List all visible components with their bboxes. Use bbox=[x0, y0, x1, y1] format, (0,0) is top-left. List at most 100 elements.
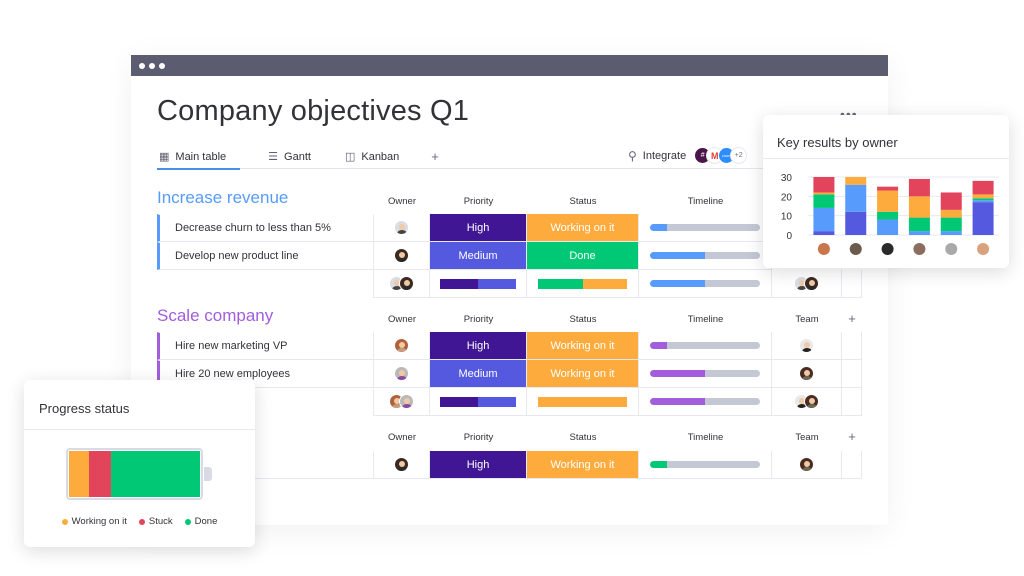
bar-segment-blue[interactable] bbox=[908, 231, 930, 235]
bar-segment-working-on-it[interactable] bbox=[877, 190, 899, 212]
owner-avatar[interactable] bbox=[977, 243, 990, 255]
timeline-fill bbox=[650, 252, 705, 259]
avatar bbox=[804, 394, 819, 409]
team-cell[interactable] bbox=[772, 451, 842, 479]
bar-segment-working-on-it[interactable] bbox=[940, 209, 962, 218]
bar-segment-medium[interactable] bbox=[972, 202, 994, 235]
table-row[interactable]: Hire 20 new employees Medium Working on … bbox=[157, 360, 862, 388]
tab-gantt[interactable]: ☰ Gantt bbox=[266, 145, 313, 169]
bar-segment-blue[interactable] bbox=[940, 231, 962, 235]
owner-avatar[interactable] bbox=[945, 243, 958, 255]
more-apps-badge: +2 bbox=[730, 147, 748, 164]
owner-cell[interactable] bbox=[374, 332, 430, 360]
timeline-bar bbox=[650, 461, 760, 468]
team-cell[interactable] bbox=[772, 360, 842, 388]
bar-segment-working-on-it[interactable] bbox=[845, 177, 867, 185]
battery-segment-stuck bbox=[88, 451, 111, 497]
status-summary bbox=[527, 270, 639, 298]
integrate-button[interactable]: ⚲ Integrate # M zoom +2 bbox=[628, 147, 748, 164]
bar-segment-stuck[interactable] bbox=[940, 192, 962, 210]
status-summary-bar bbox=[538, 278, 627, 289]
progress-status-title: Progress status bbox=[24, 380, 255, 430]
status-cell[interactable]: Working on it bbox=[527, 332, 639, 360]
bar-segment-working-on-it[interactable] bbox=[908, 196, 930, 218]
group-title[interactable]: Increase revenue bbox=[157, 188, 288, 208]
bar-segment-working-on-it[interactable] bbox=[813, 192, 835, 195]
battery-segment-done bbox=[110, 451, 200, 497]
bar-segment-done[interactable] bbox=[813, 194, 835, 208]
bar-segment-stuck[interactable] bbox=[908, 178, 930, 197]
timeline-bar bbox=[650, 252, 760, 259]
priority-cell[interactable]: High bbox=[430, 451, 527, 479]
owner-avatar[interactable] bbox=[817, 243, 830, 255]
owner-cell[interactable] bbox=[374, 451, 430, 479]
priority-cell[interactable]: High bbox=[430, 332, 527, 360]
item-name[interactable]: Decrease churn to less than 5% bbox=[157, 214, 374, 242]
owner-cell[interactable] bbox=[374, 360, 430, 388]
bar-segment-stuck[interactable] bbox=[813, 177, 835, 193]
priority-cell[interactable]: Medium bbox=[430, 360, 527, 388]
key-results-chart: 0 10 20 30 bbox=[781, 173, 999, 255]
table-row[interactable]: d 24/7 support High Working on it bbox=[157, 451, 862, 479]
avatar bbox=[394, 366, 409, 381]
status-cell[interactable]: Working on it bbox=[527, 360, 639, 388]
owner-cell[interactable] bbox=[374, 214, 430, 242]
bar-segment-done[interactable] bbox=[877, 211, 899, 220]
priority-cell[interactable]: High bbox=[430, 214, 527, 242]
add-column-button[interactable]: + bbox=[842, 429, 862, 444]
bar-segment-blue[interactable] bbox=[845, 184, 867, 212]
bar-segment-medium[interactable] bbox=[845, 211, 867, 235]
owner-cell[interactable] bbox=[374, 242, 430, 270]
timeline-cell[interactable] bbox=[639, 242, 772, 270]
summary-spacer bbox=[157, 270, 374, 298]
timeline-cell[interactable] bbox=[639, 451, 772, 479]
add-view-button[interactable]: + bbox=[431, 149, 439, 164]
item-name[interactable]: Hire new marketing VP bbox=[157, 332, 374, 360]
legend-label: Stuck bbox=[148, 516, 173, 527]
owner-avatar[interactable] bbox=[849, 243, 862, 255]
timeline-summary bbox=[639, 270, 772, 298]
window-dot[interactable] bbox=[159, 62, 165, 69]
bar-segment-working-on-it[interactable] bbox=[972, 194, 994, 199]
timeline-fill bbox=[650, 398, 705, 405]
bar-segment-stuck[interactable] bbox=[972, 180, 994, 195]
bar-segment-blue[interactable] bbox=[813, 207, 835, 232]
priority-cell[interactable]: Medium bbox=[430, 242, 527, 270]
tab-main-table[interactable]: ▦ Main table bbox=[157, 145, 241, 170]
owner-avatar[interactable] bbox=[881, 243, 894, 255]
add-column-button[interactable]: + bbox=[842, 311, 862, 326]
status-cell[interactable]: Working on it bbox=[527, 214, 639, 242]
owner-avatar[interactable] bbox=[913, 243, 926, 255]
timeline-fill bbox=[650, 224, 667, 231]
column-header-owner: Owner bbox=[388, 196, 416, 207]
column-header-owner: Owner bbox=[388, 314, 416, 325]
team-cell[interactable] bbox=[772, 332, 842, 360]
team-summary bbox=[772, 388, 842, 416]
table-row[interactable]: Decrease churn to less than 5% High Work… bbox=[157, 214, 772, 242]
timeline-cell[interactable] bbox=[639, 332, 772, 360]
bar-segment-medium[interactable] bbox=[813, 231, 835, 235]
bar-segment-blue[interactable] bbox=[972, 200, 994, 203]
item-name[interactable]: Develop new product line bbox=[157, 242, 374, 270]
bar-segment-done[interactable] bbox=[908, 217, 930, 232]
timeline-cell[interactable] bbox=[639, 360, 772, 388]
y-tick-label: 0 bbox=[786, 231, 792, 242]
timeline-cell[interactable] bbox=[639, 214, 772, 242]
table-row[interactable]: Hire new marketing VP High Working on it bbox=[157, 332, 862, 360]
avatar bbox=[394, 338, 409, 353]
bar-segment-done[interactable] bbox=[972, 198, 994, 201]
bar-segment-done[interactable] bbox=[940, 217, 962, 232]
tab-kanban[interactable]: ◫ Kanban bbox=[343, 145, 401, 169]
timeline-fill bbox=[650, 370, 705, 377]
bar-segment-blue[interactable] bbox=[877, 219, 899, 235]
window-dot[interactable] bbox=[139, 62, 145, 69]
status-cell[interactable]: Done bbox=[527, 242, 639, 270]
legend-dot-icon bbox=[138, 518, 145, 525]
table-row[interactable]: Develop new product line Medium Done bbox=[157, 242, 772, 270]
group-title[interactable]: Scale company bbox=[157, 306, 273, 326]
bar-segment-stuck[interactable] bbox=[877, 186, 899, 191]
window-dot[interactable] bbox=[149, 62, 155, 69]
column-header-priority: Priority bbox=[463, 196, 494, 207]
status-cell[interactable]: Working on it bbox=[527, 451, 639, 479]
add-cell bbox=[842, 332, 862, 360]
